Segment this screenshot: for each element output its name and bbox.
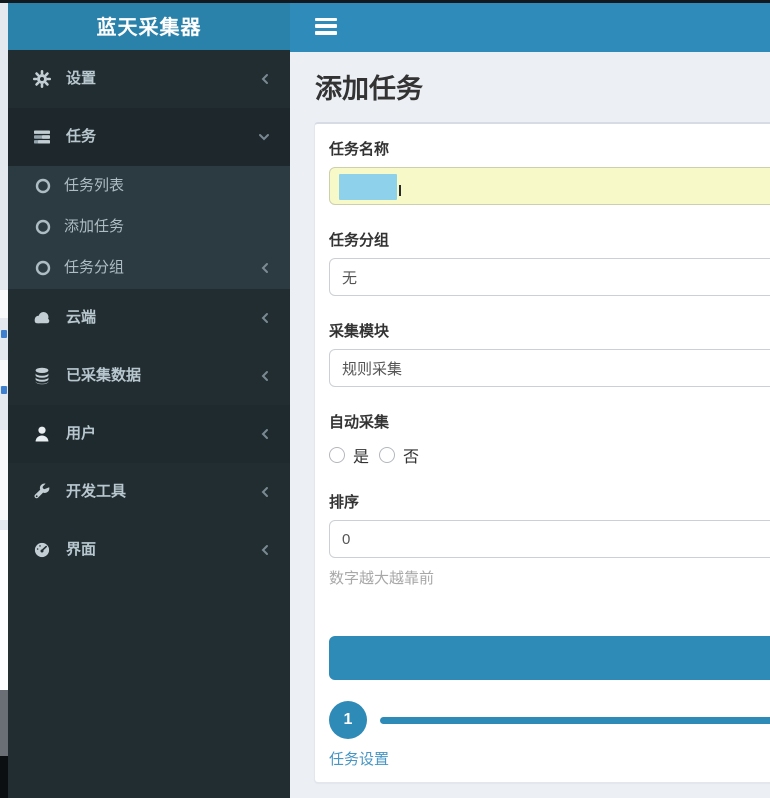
- module-field: 采集模块 规则采集: [329, 320, 770, 387]
- sidebar-item-users[interactable]: 用户: [8, 405, 290, 463]
- hamburger-icon: [315, 18, 337, 21]
- app-logo[interactable]: 蓝天采集器: [8, 0, 290, 50]
- chevron-left-icon: [260, 262, 270, 274]
- database-icon: [32, 366, 52, 386]
- sidebar-item-task-groups[interactable]: 任务分组: [8, 248, 290, 289]
- bg-stripe: [0, 290, 8, 318]
- module-value: 规则采集: [342, 358, 402, 379]
- bg-dark-fragment: [0, 690, 8, 756]
- circle-icon: [34, 177, 52, 195]
- chevron-left-icon: [260, 486, 270, 498]
- sidebar-item-label: 任务: [66, 129, 258, 145]
- main-area: 添加任务 任务名称 任务分组 无 采集模块: [290, 0, 770, 798]
- task-group-select[interactable]: 无: [329, 258, 770, 296]
- sidebar-item-dev-tools[interactable]: 开发工具: [8, 463, 290, 521]
- dashboard-icon: [32, 540, 52, 560]
- sidebar-item-cloud[interactable]: 云端: [8, 289, 290, 347]
- app-logo-text: 蓝天采集器: [97, 11, 202, 40]
- bg-stripe: [0, 430, 8, 520]
- task-name-field: 任务名称: [329, 138, 770, 205]
- bg-link-fragment: [1, 386, 7, 394]
- sort-input[interactable]: [329, 520, 770, 558]
- sidebar-item-label: 任务列表: [64, 178, 276, 194]
- sidebar-item-label: 用户: [66, 426, 260, 442]
- sidebar-item-collected-data[interactable]: 已采集数据: [8, 347, 290, 405]
- sidebar-item-task-list[interactable]: 任务列表: [8, 166, 290, 207]
- sidebar-item-tasks[interactable]: 任务: [8, 108, 290, 166]
- window-top-edge: [0, 0, 770, 3]
- sidebar-item-settings[interactable]: 设置: [8, 50, 290, 108]
- auto-collect-no-option[interactable]: 否: [379, 443, 419, 467]
- sidebar: 蓝天采集器: [8, 0, 290, 798]
- step-label-link[interactable]: 任务设置: [329, 748, 770, 769]
- hamburger-icon: [315, 24, 337, 27]
- sidebar-item-label: 任务分组: [64, 260, 260, 276]
- hamburger-icon: [315, 31, 337, 34]
- chevron-left-icon: [260, 370, 270, 382]
- bg-stripe: [0, 360, 8, 386]
- module-label: 采集模块: [329, 320, 770, 341]
- chevron-left-icon: [260, 73, 270, 85]
- sidebar-item-label: 已采集数据: [66, 368, 260, 384]
- task-name-input[interactable]: [329, 167, 770, 205]
- user-icon: [32, 424, 52, 444]
- redacted-text: [399, 185, 401, 196]
- gear-icon: [32, 69, 52, 89]
- sidebar-item-add-task[interactable]: 添加任务: [8, 207, 290, 248]
- chevron-left-icon: [260, 544, 270, 556]
- sort-label: 排序: [329, 491, 770, 512]
- auto-collect-options: 是 否: [329, 443, 770, 467]
- bg-link-fragment: [1, 330, 7, 338]
- bg-dark-fragment: [0, 756, 8, 798]
- task-group-value: 无: [342, 267, 357, 288]
- chevron-left-icon: [260, 312, 270, 324]
- circle-icon: [34, 259, 52, 277]
- page-title: 添加任务: [315, 67, 770, 106]
- task-group-label: 任务分组: [329, 229, 770, 250]
- task-name-label: 任务名称: [329, 138, 770, 159]
- sort-help-text: 数字越大越靠前: [329, 567, 770, 588]
- sidebar-item-label: 云端: [66, 310, 260, 326]
- radio-label-yes: 是: [353, 443, 369, 467]
- radio-icon[interactable]: [379, 447, 395, 463]
- top-navbar: [290, 0, 770, 52]
- sort-field: 排序 数字越大越靠前: [329, 491, 770, 588]
- auto-collect-field: 自动采集 是 否: [329, 411, 770, 467]
- background-window-edge: [0, 0, 8, 798]
- module-select[interactable]: 规则采集: [329, 349, 770, 387]
- auto-collect-yes-option[interactable]: 是: [329, 443, 369, 467]
- submit-button[interactable]: [329, 636, 770, 680]
- tasks-submenu: 任务列表 添加任务 任务分组: [8, 166, 290, 289]
- content-area: 添加任务 任务名称 任务分组 无 采集模块: [290, 67, 770, 783]
- sidebar-item-label: 添加任务: [64, 219, 276, 235]
- chevron-down-icon: [258, 132, 270, 142]
- step-indicator: 1: [329, 701, 770, 739]
- tasks-icon: [32, 127, 52, 147]
- step-circle[interactable]: 1: [329, 701, 367, 739]
- app-window: 蓝天采集器: [0, 0, 770, 798]
- step-line: [380, 717, 770, 724]
- auto-collect-label: 自动采集: [329, 411, 770, 432]
- redaction-highlight: [339, 174, 397, 200]
- sidebar-toggle-button[interactable]: [315, 18, 337, 35]
- sidebar-item-interface[interactable]: 界面: [8, 521, 290, 579]
- task-group-field: 任务分组 无: [329, 229, 770, 296]
- sidebar-item-label: 设置: [66, 71, 260, 87]
- cloud-icon: [32, 308, 52, 328]
- add-task-form-card: 任务名称 任务分组 无 采集模块 规则采集: [314, 122, 770, 783]
- circle-icon: [34, 218, 52, 236]
- radio-label-no: 否: [403, 443, 419, 467]
- chevron-left-icon: [260, 428, 270, 440]
- radio-icon[interactable]: [329, 447, 345, 463]
- sidebar-item-label: 界面: [66, 542, 260, 558]
- sidebar-item-label: 开发工具: [66, 484, 260, 500]
- wrench-icon: [32, 482, 52, 502]
